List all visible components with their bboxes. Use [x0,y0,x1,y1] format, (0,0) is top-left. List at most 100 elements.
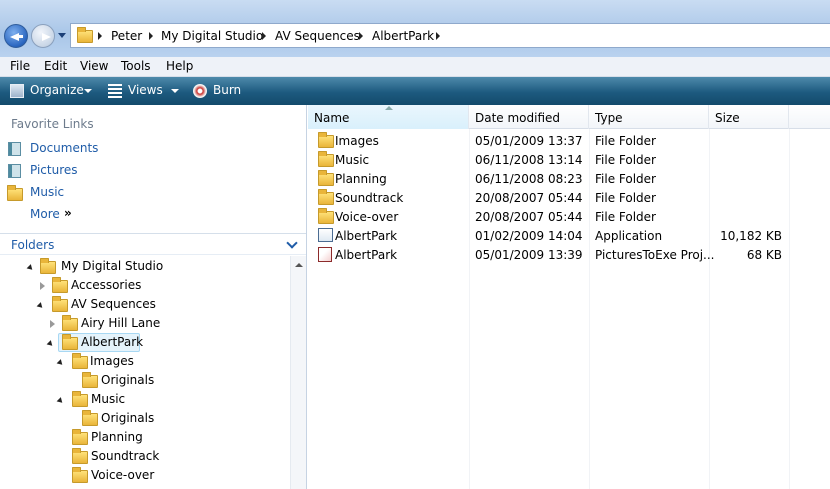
folder-icon [40,258,56,274]
column-date-modified[interactable]: Date modified [469,105,589,129]
column-header-row: Name Date modified Type Size [308,105,830,129]
file-date: 06/11/2008 08:23 [475,172,583,186]
back-button[interactable] [4,24,28,48]
collapsed-arrow-icon[interactable] [40,282,45,290]
views-button[interactable]: Views [128,83,163,97]
navigation-pane: Favorite Links Documents Pictures Music … [0,105,307,489]
scroll-up-icon[interactable] [295,263,303,267]
folder-icon [318,151,334,167]
address-path-box[interactable]: Peter My Digital Studio AV Sequences Alb… [70,23,830,48]
breadcrumb-separator-icon[interactable] [436,32,440,40]
sort-ascending-icon [385,106,393,110]
documents-icon [8,142,21,156]
folder-icon [52,277,68,293]
tree-scrollbar[interactable] [290,256,306,489]
column-size[interactable]: Size [709,105,789,129]
expanded-arrow-icon[interactable] [56,359,65,367]
music-folder-icon [7,185,23,201]
tree-item-label: Originals [101,373,155,387]
file-name: Soundtrack [335,191,404,205]
forward-button[interactable] [31,24,55,48]
folder-icon [318,132,334,148]
address-bar-area: Peter My Digital Studio AV Sequences Alb… [0,0,830,57]
file-date: 20/08/2007 05:44 [475,191,583,205]
file-row[interactable]: Soundtrack 20/08/2007 05:44 File Folder [308,188,830,207]
menu-help[interactable]: Help [166,59,193,73]
breadcrumb-separator-icon[interactable] [262,32,266,40]
tree-item-label: Planning [91,430,143,444]
column-type[interactable]: Type [589,105,709,129]
burn-disc-icon [193,84,207,98]
pictures-icon [8,164,21,178]
favorite-link-documents[interactable]: Documents [30,141,98,155]
breadcrumb-separator-icon[interactable] [149,32,153,40]
breadcrumb-peter[interactable]: Peter [111,29,142,43]
folder-icon [318,208,334,224]
collapsed-arrow-icon[interactable] [50,320,55,328]
folder-icon [72,391,88,407]
breadcrumb-my-digital-studio[interactable]: My Digital Studio [161,29,263,43]
more-link[interactable]: More [30,207,60,221]
breadcrumb-separator-icon[interactable] [98,32,102,40]
file-row[interactable]: Images 05/01/2009 13:37 File Folder [308,131,830,150]
folders-header-bar[interactable]: Folders [0,233,306,255]
application-icon [318,228,333,242]
favorite-link-music[interactable]: Music [30,185,64,199]
favorite-link-pictures[interactable]: Pictures [30,163,78,177]
column-name[interactable]: Name [308,105,469,129]
file-row[interactable]: Music 06/11/2008 13:14 File Folder [308,150,830,169]
menu-edit[interactable]: Edit [44,59,67,73]
organize-dropdown-icon[interactable] [84,89,92,93]
column-name-label: Name [314,111,350,125]
tree-item-label: My Digital Studio [61,259,164,273]
file-row[interactable]: Planning 06/11/2008 08:23 File Folder [308,169,830,188]
column-size-label: Size [715,111,740,125]
burn-button[interactable]: Burn [213,83,241,97]
column-date-label: Date modified [475,111,561,125]
collapse-chevron-icon[interactable] [286,237,298,249]
more-chevron-icon[interactable]: » [64,206,72,220]
column-type-label: Type [595,111,623,125]
menu-view[interactable]: View [80,59,108,73]
menu-file[interactable]: File [10,59,30,73]
file-row[interactable]: Voice-over 20/08/2007 05:44 File Folder [308,207,830,226]
file-row[interactable]: AlbertPark 01/02/2009 14:04 Application 10,… [308,226,830,245]
file-size: 10,182 KB [720,229,782,243]
file-date: 20/08/2007 05:44 [475,210,583,224]
tree-item-label: Voice-over [91,468,155,482]
folder-icon [72,353,88,369]
file-name: Planning [335,172,387,186]
expanded-arrow-icon[interactable] [36,302,45,310]
folder-icon [318,189,334,205]
file-size: 68 KB [746,248,782,262]
folder-icon [72,467,88,483]
file-row[interactable]: AlbertPark 05/01/2009 13:39 PicturesToExe … [308,245,830,264]
folder-icon [318,170,334,186]
organize-icon [10,84,24,98]
views-icon [108,84,122,98]
file-type: File Folder [595,134,656,148]
tree-item-label: AlbertPark [81,335,144,349]
tree-item-label: Music [91,392,126,406]
expanded-arrow-icon[interactable] [46,340,55,348]
folder-icon [82,410,98,426]
folder-icon [62,334,78,350]
views-dropdown-icon[interactable] [171,89,179,93]
folders-header[interactable]: Folders [11,238,54,252]
file-name: AlbertPark [335,229,398,243]
folder-icon [52,296,68,312]
breadcrumb-separator-icon[interactable] [359,32,363,40]
file-name: Images [335,134,379,148]
tree-item-label: AV Sequences [71,297,156,311]
recent-pages-dropdown-icon[interactable] [58,33,66,38]
breadcrumb-albertpark[interactable]: AlbertPark [372,29,434,43]
menu-tools[interactable]: Tools [121,59,151,73]
expanded-arrow-icon[interactable] [26,264,35,272]
file-date: 05/01/2009 13:39 [475,248,583,262]
file-type: File Folder [595,210,656,224]
breadcrumb-av-sequences[interactable]: AV Sequences [275,29,360,43]
file-type: File Folder [595,153,656,167]
expanded-arrow-icon[interactable] [56,397,65,405]
favorite-links-header: Favorite Links [11,117,94,131]
organize-button[interactable]: Organize [30,83,84,97]
